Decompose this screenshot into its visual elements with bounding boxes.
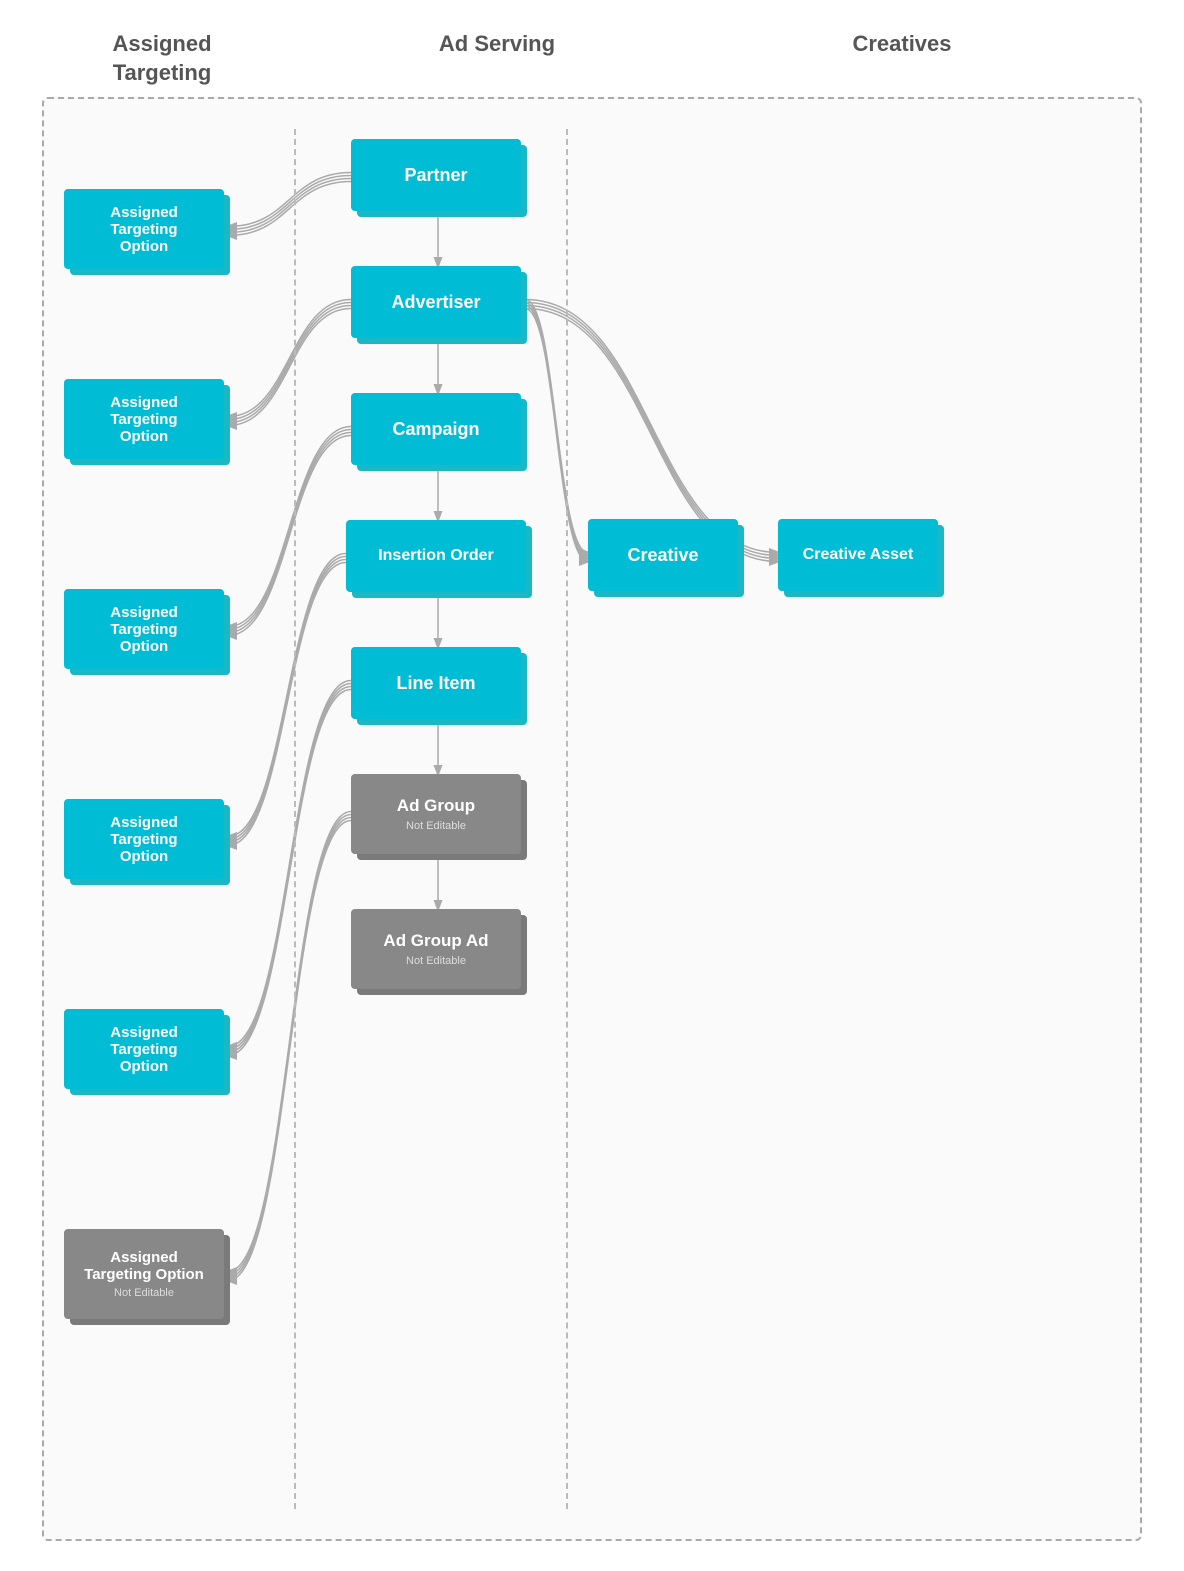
ato2-stack: AssignedTargetingOption	[64, 379, 224, 459]
advertiser-wrap: Advertiser	[351, 266, 521, 338]
column-headers: AssignedTargeting Ad Serving Creatives	[42, 30, 1142, 87]
creative-node: Creative	[588, 519, 738, 591]
ato2-wrap: AssignedTargetingOption	[64, 379, 224, 459]
line-item-node: Line Item	[351, 647, 521, 719]
ad-group-ad-node: Ad Group Ad Not Editable	[351, 909, 521, 989]
ato5-wrap: AssignedTargetingOption	[64, 1009, 224, 1089]
ato5-node: AssignedTargetingOption	[64, 1009, 224, 1089]
ad-group-wrap: Ad Group Not Editable	[351, 774, 521, 854]
ad-group-node: Ad Group Not Editable	[351, 774, 521, 854]
partner-node: Partner	[351, 139, 521, 211]
ad-group-ad-stack: Ad Group Ad Not Editable	[351, 909, 521, 989]
ato3-stack: AssignedTargetingOption	[64, 589, 224, 669]
campaign-wrap: Campaign	[351, 393, 521, 465]
partner-wrap: Partner	[351, 139, 521, 211]
ad-group-ad-sub: Not Editable	[406, 955, 466, 967]
creative-asset-node: Creative Asset	[778, 519, 938, 591]
header-creatives: Creatives	[662, 30, 1142, 87]
ato4-node: AssignedTargetingOption	[64, 799, 224, 879]
ato4-wrap: AssignedTargetingOption	[64, 799, 224, 879]
ato6-wrap: AssignedTargeting Option Not Editable	[64, 1229, 224, 1319]
insertion-order-stack: Insertion Order	[346, 520, 526, 592]
creative-stack: Creative	[588, 519, 738, 591]
advertiser-stack: Advertiser	[351, 266, 521, 338]
diagram-inner: AssignedTargetingOption AssignedTargetin…	[64, 129, 1120, 1509]
campaign-node: Campaign	[351, 393, 521, 465]
ato1-wrap: AssignedTargetingOption	[64, 189, 224, 269]
campaign-stack: Campaign	[351, 393, 521, 465]
line-item-wrap: Line Item	[351, 647, 521, 719]
insertion-order-node: Insertion Order	[346, 520, 526, 592]
ato4-stack: AssignedTargetingOption	[64, 799, 224, 879]
header-adserving-text: Ad Serving	[439, 31, 555, 56]
ato6-sub: Not Editable	[114, 1287, 174, 1299]
diagram-wrapper: AssignedTargeting Ad Serving Creatives A…	[42, 30, 1142, 1541]
header-adserving: Ad Serving	[342, 30, 652, 87]
ato2-node: AssignedTargetingOption	[64, 379, 224, 459]
ad-group-sub: Not Editable	[406, 820, 466, 832]
diagram-container: AssignedTargetingOption AssignedTargetin…	[42, 97, 1142, 1541]
ato1-stack: AssignedTargetingOption	[64, 189, 224, 269]
insertion-order-wrap: Insertion Order	[346, 520, 526, 592]
divider-left	[294, 129, 296, 1509]
ato5-stack: AssignedTargetingOption	[64, 1009, 224, 1089]
ato6-node: AssignedTargeting Option Not Editable	[64, 1229, 224, 1319]
ad-group-stack: Ad Group Not Editable	[351, 774, 521, 854]
header-assigned: AssignedTargeting	[42, 30, 282, 87]
line-item-stack: Line Item	[351, 647, 521, 719]
ato6-stack: AssignedTargeting Option Not Editable	[64, 1229, 224, 1319]
header-assigned-text: AssignedTargeting	[112, 31, 211, 85]
header-creatives-text: Creatives	[852, 31, 951, 56]
advertiser-node: Advertiser	[351, 266, 521, 338]
ato3-wrap: AssignedTargetingOption	[64, 589, 224, 669]
ad-group-ad-wrap: Ad Group Ad Not Editable	[351, 909, 521, 989]
ato3-node: AssignedTargetingOption	[64, 589, 224, 669]
col-assigned: AssignedTargetingOption AssignedTargetin…	[64, 129, 264, 1509]
divider-right	[566, 129, 568, 1509]
col-adserving: Partner Advertiser Campaign	[326, 129, 546, 1509]
creative-wrap: Creative	[588, 519, 738, 591]
col-creatives: Creative Creative Asset	[588, 129, 1120, 1509]
ato1-node: AssignedTargetingOption	[64, 189, 224, 269]
partner-stack: Partner	[351, 139, 521, 211]
creative-asset-stack: Creative Asset	[778, 519, 938, 591]
creative-asset-wrap: Creative Asset	[778, 519, 938, 591]
